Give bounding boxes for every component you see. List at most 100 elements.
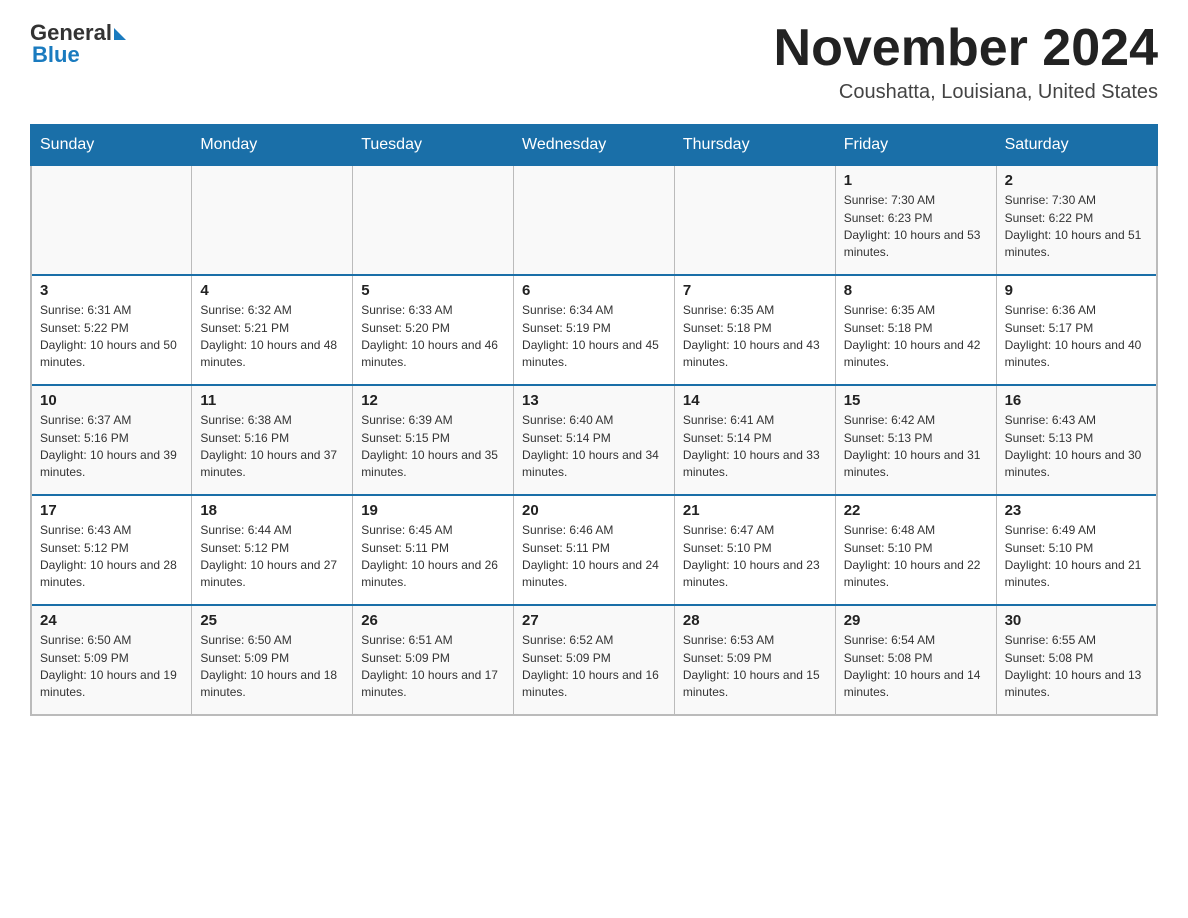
table-row: 15 Sunrise: 6:42 AMSunset: 5:13 PMDayligh… bbox=[835, 385, 996, 495]
day-info: Sunrise: 6:50 AMSunset: 5:09 PMDaylight:… bbox=[40, 632, 183, 702]
day-info: Sunrise: 6:51 AMSunset: 5:09 PMDaylight:… bbox=[361, 632, 505, 702]
page-header: General Blue November 2024 Coushatta, Lo… bbox=[30, 20, 1158, 104]
table-row: 23 Sunrise: 6:49 AMSunset: 5:10 PMDayligh… bbox=[996, 495, 1157, 605]
col-thursday: Thursday bbox=[674, 125, 835, 165]
day-info: Sunrise: 6:36 AMSunset: 5:17 PMDaylight:… bbox=[1005, 302, 1148, 372]
day-number: 4 bbox=[200, 282, 344, 299]
title-block: November 2024 Coushatta, Louisiana, Unit… bbox=[774, 20, 1158, 104]
table-row: 12 Sunrise: 6:39 AMSunset: 5:15 PMDayligh… bbox=[353, 385, 514, 495]
subtitle: Coushatta, Louisiana, United States bbox=[774, 81, 1158, 104]
day-number: 28 bbox=[683, 612, 827, 629]
day-number: 21 bbox=[683, 502, 827, 519]
table-row: 16 Sunrise: 6:43 AMSunset: 5:13 PMDayligh… bbox=[996, 385, 1157, 495]
day-number: 13 bbox=[522, 392, 666, 409]
day-info: Sunrise: 6:35 AMSunset: 5:18 PMDaylight:… bbox=[844, 302, 988, 372]
table-row: 4 Sunrise: 6:32 AMSunset: 5:21 PMDaylight… bbox=[192, 275, 353, 385]
day-info: Sunrise: 6:44 AMSunset: 5:12 PMDaylight:… bbox=[200, 522, 344, 592]
day-info: Sunrise: 6:53 AMSunset: 5:09 PMDaylight:… bbox=[683, 632, 827, 702]
table-row: 25 Sunrise: 6:50 AMSunset: 5:09 PMDayligh… bbox=[192, 605, 353, 715]
table-row bbox=[31, 165, 192, 275]
day-number: 16 bbox=[1005, 392, 1148, 409]
day-info: Sunrise: 6:47 AMSunset: 5:10 PMDaylight:… bbox=[683, 522, 827, 592]
day-info: Sunrise: 6:52 AMSunset: 5:09 PMDaylight:… bbox=[522, 632, 666, 702]
day-number: 26 bbox=[361, 612, 505, 629]
col-monday: Monday bbox=[192, 125, 353, 165]
day-number: 5 bbox=[361, 282, 505, 299]
day-number: 9 bbox=[1005, 282, 1148, 299]
table-row: 11Sunrise: 6:38 AMSunset: 5:16 PMDayligh… bbox=[192, 385, 353, 495]
calendar-row: 24Sunrise: 6:50 AMSunset: 5:09 PMDayligh… bbox=[31, 605, 1157, 715]
table-row: 3 Sunrise: 6:31 AMSunset: 5:22 PMDaylight… bbox=[31, 275, 192, 385]
table-row: 1Sunrise: 7:30 AMSunset: 6:23 PMDaylight… bbox=[835, 165, 996, 275]
day-number: 7 bbox=[683, 282, 827, 299]
day-info: Sunrise: 6:48 AMSunset: 5:10 PMDaylight:… bbox=[844, 522, 988, 592]
day-info: Sunrise: 6:50 AMSunset: 5:09 PMDaylight:… bbox=[200, 632, 344, 702]
logo-triangle-icon bbox=[114, 28, 126, 40]
day-info: Sunrise: 6:35 AMSunset: 5:18 PMDaylight:… bbox=[683, 302, 827, 372]
logo-blue: Blue bbox=[30, 42, 80, 68]
day-info: Sunrise: 6:46 AMSunset: 5:11 PMDaylight:… bbox=[522, 522, 666, 592]
day-number: 12 bbox=[361, 392, 505, 409]
table-row: 5 Sunrise: 6:33 AMSunset: 5:20 PMDaylight… bbox=[353, 275, 514, 385]
day-info: Sunrise: 6:41 AMSunset: 5:14 PMDaylight:… bbox=[683, 412, 827, 482]
calendar-row: 17Sunrise: 6:43 AMSunset: 5:12 PMDayligh… bbox=[31, 495, 1157, 605]
table-row: 27 Sunrise: 6:52 AMSunset: 5:09 PMDayligh… bbox=[514, 605, 675, 715]
day-info: Sunrise: 6:42 AMSunset: 5:13 PMDaylight:… bbox=[844, 412, 988, 482]
table-row: 24Sunrise: 6:50 AMSunset: 5:09 PMDayligh… bbox=[31, 605, 192, 715]
table-row: 13 Sunrise: 6:40 AMSunset: 5:14 PMDayligh… bbox=[514, 385, 675, 495]
day-number: 15 bbox=[844, 392, 988, 409]
day-number: 3 bbox=[40, 282, 183, 299]
calendar-row: 1Sunrise: 7:30 AMSunset: 6:23 PMDaylight… bbox=[31, 165, 1157, 275]
day-number: 23 bbox=[1005, 502, 1148, 519]
day-number: 30 bbox=[1005, 612, 1148, 629]
day-number: 6 bbox=[522, 282, 666, 299]
table-row: 7 Sunrise: 6:35 AMSunset: 5:18 PMDaylight… bbox=[674, 275, 835, 385]
table-row: 29 Sunrise: 6:54 AMSunset: 5:08 PMDayligh… bbox=[835, 605, 996, 715]
day-info: Sunrise: 6:32 AMSunset: 5:21 PMDaylight:… bbox=[200, 302, 344, 372]
table-row: 6 Sunrise: 6:34 AMSunset: 5:19 PMDaylight… bbox=[514, 275, 675, 385]
day-info: Sunrise: 6:34 AMSunset: 5:19 PMDaylight:… bbox=[522, 302, 666, 372]
table-row: 10Sunrise: 6:37 AMSunset: 5:16 PMDayligh… bbox=[31, 385, 192, 495]
col-tuesday: Tuesday bbox=[353, 125, 514, 165]
day-number: 14 bbox=[683, 392, 827, 409]
calendar-table: Sunday Monday Tuesday Wednesday Thursday… bbox=[30, 124, 1158, 716]
table-row: 21 Sunrise: 6:47 AMSunset: 5:10 PMDayligh… bbox=[674, 495, 835, 605]
day-info: Sunrise: 6:33 AMSunset: 5:20 PMDaylight:… bbox=[361, 302, 505, 372]
day-info: Sunrise: 6:49 AMSunset: 5:10 PMDaylight:… bbox=[1005, 522, 1148, 592]
main-title: November 2024 bbox=[774, 20, 1158, 77]
day-number: 2 bbox=[1005, 172, 1148, 189]
day-info: Sunrise: 7:30 AMSunset: 6:22 PMDaylight:… bbox=[1005, 192, 1148, 262]
calendar-row: 10Sunrise: 6:37 AMSunset: 5:16 PMDayligh… bbox=[31, 385, 1157, 495]
table-row: 20 Sunrise: 6:46 AMSunset: 5:11 PMDayligh… bbox=[514, 495, 675, 605]
day-number: 19 bbox=[361, 502, 505, 519]
day-info: Sunrise: 6:45 AMSunset: 5:11 PMDaylight:… bbox=[361, 522, 505, 592]
table-row: 19 Sunrise: 6:45 AMSunset: 5:11 PMDayligh… bbox=[353, 495, 514, 605]
day-number: 25 bbox=[200, 612, 344, 629]
day-number: 27 bbox=[522, 612, 666, 629]
table-row bbox=[353, 165, 514, 275]
day-info: Sunrise: 6:39 AMSunset: 5:15 PMDaylight:… bbox=[361, 412, 505, 482]
day-number: 22 bbox=[844, 502, 988, 519]
logo: General Blue bbox=[30, 20, 126, 68]
table-row: 28 Sunrise: 6:53 AMSunset: 5:09 PMDayligh… bbox=[674, 605, 835, 715]
header-row: Sunday Monday Tuesday Wednesday Thursday… bbox=[31, 125, 1157, 165]
col-wednesday: Wednesday bbox=[514, 125, 675, 165]
day-info: Sunrise: 6:55 AMSunset: 5:08 PMDaylight:… bbox=[1005, 632, 1148, 702]
day-number: 29 bbox=[844, 612, 988, 629]
table-row bbox=[514, 165, 675, 275]
table-row: 2 Sunrise: 7:30 AMSunset: 6:22 PMDaylight… bbox=[996, 165, 1157, 275]
day-info: Sunrise: 6:40 AMSunset: 5:14 PMDaylight:… bbox=[522, 412, 666, 482]
day-number: 1 bbox=[844, 172, 988, 189]
day-info: Sunrise: 6:43 AMSunset: 5:12 PMDaylight:… bbox=[40, 522, 183, 592]
day-info: Sunrise: 6:31 AMSunset: 5:22 PMDaylight:… bbox=[40, 302, 183, 372]
table-row: 18Sunrise: 6:44 AMSunset: 5:12 PMDayligh… bbox=[192, 495, 353, 605]
day-number: 11 bbox=[200, 392, 344, 409]
table-row: 17Sunrise: 6:43 AMSunset: 5:12 PMDayligh… bbox=[31, 495, 192, 605]
day-number: 20 bbox=[522, 502, 666, 519]
day-info: Sunrise: 6:37 AMSunset: 5:16 PMDaylight:… bbox=[40, 412, 183, 482]
day-info: Sunrise: 6:43 AMSunset: 5:13 PMDaylight:… bbox=[1005, 412, 1148, 482]
table-row bbox=[674, 165, 835, 275]
table-row bbox=[192, 165, 353, 275]
day-info: Sunrise: 6:54 AMSunset: 5:08 PMDaylight:… bbox=[844, 632, 988, 702]
table-row: 22 Sunrise: 6:48 AMSunset: 5:10 PMDayligh… bbox=[835, 495, 996, 605]
